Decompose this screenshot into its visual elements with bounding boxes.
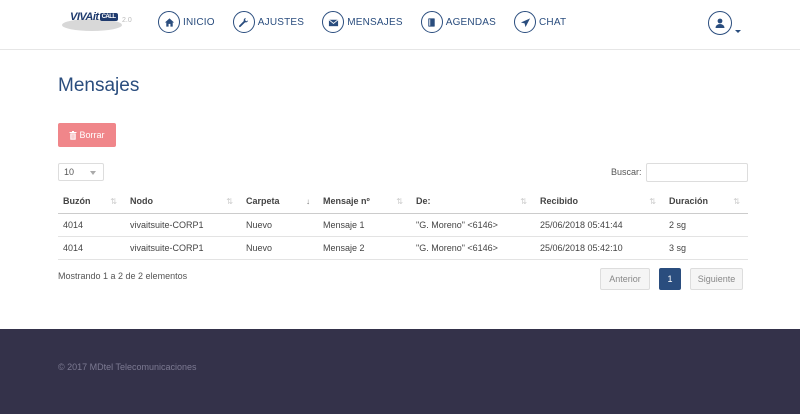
top-navbar: VIVAitCALL 2.0 INICIO AJUSTES MENSAJES — [0, 0, 800, 50]
column-header-nodo[interactable]: Nodo ⇅ — [125, 190, 241, 214]
cell-nodo: vivaitsuite-CORP1 — [125, 213, 241, 237]
nav-item-inicio[interactable]: INICIO — [158, 11, 215, 33]
nav-label: CHAT — [539, 16, 567, 28]
search-input[interactable] — [646, 163, 748, 182]
book-icon — [420, 11, 443, 33]
chevron-down-icon — [90, 171, 96, 175]
footer-copyright: © 2017 MDtel Telecomunicaciones — [58, 362, 197, 372]
column-header-buzon[interactable]: Buzón ⇅ — [58, 190, 125, 214]
sort-icon: ⇅ — [649, 197, 656, 206]
home-icon — [158, 11, 180, 33]
brand-logo[interactable]: VIVAit CALL 2.0 — [62, 9, 134, 35]
sort-icon: ⇅ — [520, 197, 527, 206]
column-header-recibido[interactable]: Recibido ⇅ — [535, 190, 664, 214]
user-menu-button[interactable] — [708, 11, 732, 35]
table-info: Mostrando 1 a 2 de 2 elementos — [58, 271, 188, 281]
nav-label: AJUSTES — [257, 16, 305, 28]
cell-duracion: 3 sg — [664, 236, 748, 260]
chevron-down-icon[interactable] — [735, 30, 741, 33]
nav-label: MENSAJES — [347, 16, 403, 28]
table-row[interactable]: 4014 vivaitsuite-CORP1 Nuevo Mensaje 1 "… — [58, 213, 748, 237]
main-nav: INICIO AJUSTES MENSAJES AGENDAS CHAT — [158, 11, 584, 33]
envelope-icon — [322, 11, 345, 33]
nav-label: AGENDAS — [445, 16, 497, 28]
cell-duracion: 2 sg — [664, 213, 748, 237]
nav-item-mensajes[interactable]: MENSAJES — [322, 11, 403, 33]
sort-icon: ⇅ — [396, 197, 403, 206]
table-header-row: Buzón ⇅ Nodo ⇅ Carpeta ↓ Mensaje nº ⇅ De: ⇅ R… — [58, 190, 748, 214]
logo-call-badge: CALL — [99, 13, 118, 22]
logo-version: 2.0 — [122, 17, 132, 24]
cell-de: "G. Moreno" <6146> — [411, 236, 535, 260]
sort-icon: ⇅ — [226, 197, 233, 206]
trash-icon — [69, 130, 77, 140]
nav-label: INICIO — [183, 16, 215, 28]
column-header-mensaje[interactable]: Mensaje nº ⇅ — [318, 190, 411, 214]
page-size-value: 10 — [64, 167, 75, 177]
pagination-page-button[interactable]: 1 — [659, 268, 681, 290]
cell-carpeta: Nuevo — [241, 236, 318, 260]
user-icon — [715, 18, 725, 28]
cell-recibido: 25/06/2018 05:41:44 — [535, 213, 664, 237]
cell-buzon: 4014 — [58, 213, 125, 237]
column-header-de[interactable]: De: ⇅ — [411, 190, 535, 214]
cell-recibido: 25/06/2018 05:42:10 — [535, 236, 664, 260]
cell-mensaje: Mensaje 1 — [318, 213, 411, 237]
table-row[interactable]: 4014 vivaitsuite-CORP1 Nuevo Mensaje 2 "… — [58, 236, 748, 260]
page-title: Mensajes — [58, 75, 140, 96]
page-size-select[interactable]: 10 — [58, 163, 104, 181]
pagination-prev-button[interactable]: Anterior — [600, 268, 650, 290]
cell-de: "G. Moreno" <6146> — [411, 213, 535, 237]
nav-item-chat[interactable]: CHAT — [514, 11, 566, 33]
sort-icon: ⇅ — [110, 197, 117, 206]
messages-table: Buzón ⇅ Nodo ⇅ Carpeta ↓ Mensaje nº ⇅ De: ⇅ R… — [58, 190, 748, 260]
delete-button[interactable]: Borrar — [58, 123, 116, 147]
sort-desc-icon: ↓ — [306, 197, 310, 206]
cell-mensaje: Mensaje 2 — [318, 236, 411, 260]
nav-item-ajustes[interactable]: AJUSTES — [232, 11, 305, 33]
footer: © 2017 MDtel Telecomunicaciones — [0, 329, 800, 414]
cell-buzon: 4014 — [58, 236, 125, 260]
column-header-duracion[interactable]: Duración ⇅ — [664, 190, 748, 214]
wrench-icon — [232, 11, 255, 33]
cell-nodo: vivaitsuite-CORP1 — [125, 236, 241, 260]
search-label: Buscar: — [611, 167, 642, 177]
sort-icon: ⇅ — [733, 197, 740, 206]
pagination-next-button[interactable]: Siguiente — [690, 268, 743, 290]
pagination: Anterior 1 Siguiente — [600, 268, 743, 290]
logo-text: VIVAit CALL — [70, 11, 118, 23]
delete-button-label: Borrar — [79, 130, 105, 140]
cell-carpeta: Nuevo — [241, 213, 318, 237]
nav-item-agendas[interactable]: AGENDAS — [420, 11, 497, 33]
column-header-carpeta[interactable]: Carpeta ↓ — [241, 190, 318, 214]
send-icon — [514, 11, 537, 33]
